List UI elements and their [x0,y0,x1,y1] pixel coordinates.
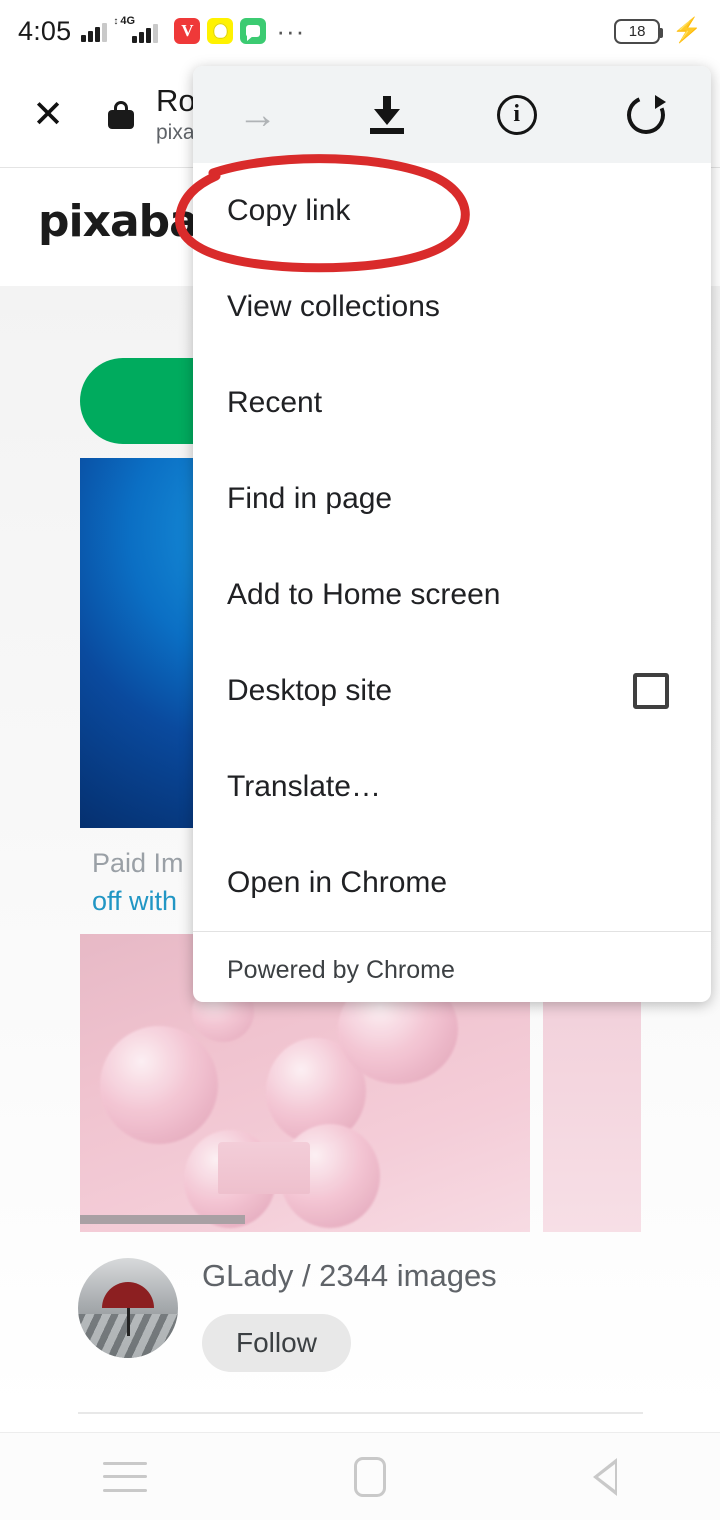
menu-item-find-in-page[interactable]: Find in page [193,451,711,547]
status-clock: 4:05 [18,15,72,46]
tab-titles: Ro pixa [156,84,196,144]
author-row: GLady / 2344 images Follow [78,1258,497,1372]
menu-item-label: Recent [227,386,323,419]
signal-strength-icon [81,20,109,42]
menu-icon-row: → i [193,66,711,163]
page-origin: pixa [156,120,195,144]
status-bar-right: 18 ⚡ [614,17,702,44]
reload-button[interactable] [582,66,712,163]
menu-item-translate[interactable]: Translate… [193,739,711,835]
chrome-overflow-menu: → i Copy link View collections Recent Fi… [193,66,711,1002]
content-divider [78,1412,643,1414]
home-button[interactable] [353,1456,386,1497]
forward-icon: → [237,92,278,137]
lock-icon[interactable] [108,100,134,129]
vivaldi-glyph: V [181,21,194,40]
author-text-block: GLady / 2344 images Follow [202,1258,497,1372]
battery-level-label: 18 [628,22,646,40]
powered-by-label: Powered by Chrome [227,955,455,984]
android-nav-bar [0,1432,720,1520]
menu-item-view-collections[interactable]: View collections [193,259,711,355]
network-type-label: 4G [120,15,136,27]
battery-icon: 18 [614,18,664,44]
close-button[interactable]: ✕ [22,89,74,141]
menu-item-recent[interactable]: Recent [193,355,711,451]
back-button[interactable] [592,1457,617,1496]
menu-item-label: Desktop site [227,674,393,707]
charging-bolt-icon: ⚡ [672,17,702,44]
menu-item-open-in-chrome[interactable]: Open in Chrome [193,835,711,931]
messages-icon [240,18,267,44]
menu-item-list: Copy link View collections Recent Find i… [193,163,711,931]
page-title: Ro [156,84,196,119]
desktop-site-checkbox[interactable] [633,673,669,709]
reload-icon [621,89,671,140]
paid-images-text: Paid Im [92,848,184,878]
menu-footer: Powered by Chrome [193,932,711,1002]
vivaldi-icon: V [174,18,201,44]
forward-button[interactable]: → [193,66,323,163]
menu-item-label: Find in page [227,482,393,515]
download-button[interactable] [323,66,453,163]
promo-link[interactable]: off with [92,886,177,917]
status-overflow-icon: ··· [276,16,306,46]
page-info-icon: i [496,94,537,135]
recents-button[interactable] [103,1461,148,1492]
menu-item-copy-link[interactable]: Copy link [193,163,711,259]
menu-item-label: Add to Home screen [227,578,501,611]
mobile-data-icon: ↕ 4G [113,15,163,43]
follow-button[interactable]: Follow [202,1314,351,1372]
page-info-button[interactable]: i [452,66,582,163]
menu-item-label: Open in Chrome [227,866,448,899]
status-bar: 4:05 ↕ 4G V ··· 18 ⚡ [0,0,720,62]
menu-item-label: Translate… [227,770,381,803]
avatar[interactable] [78,1258,178,1358]
carousel-progress-indicator[interactable] [80,1215,245,1224]
phone-screen: 4:05 ↕ 4G V ··· 18 ⚡ ✕ Ro pixa pixabay P… [0,0,720,1520]
download-icon [370,95,405,134]
menu-item-label: Copy link [227,194,351,227]
menu-item-label: View collections [227,290,440,323]
menu-item-desktop-site[interactable]: Desktop site [193,643,711,739]
snapchat-icon [207,18,234,44]
author-name[interactable]: GLady / 2344 images [202,1258,497,1294]
menu-item-add-to-home-screen[interactable]: Add to Home screen [193,547,711,643]
